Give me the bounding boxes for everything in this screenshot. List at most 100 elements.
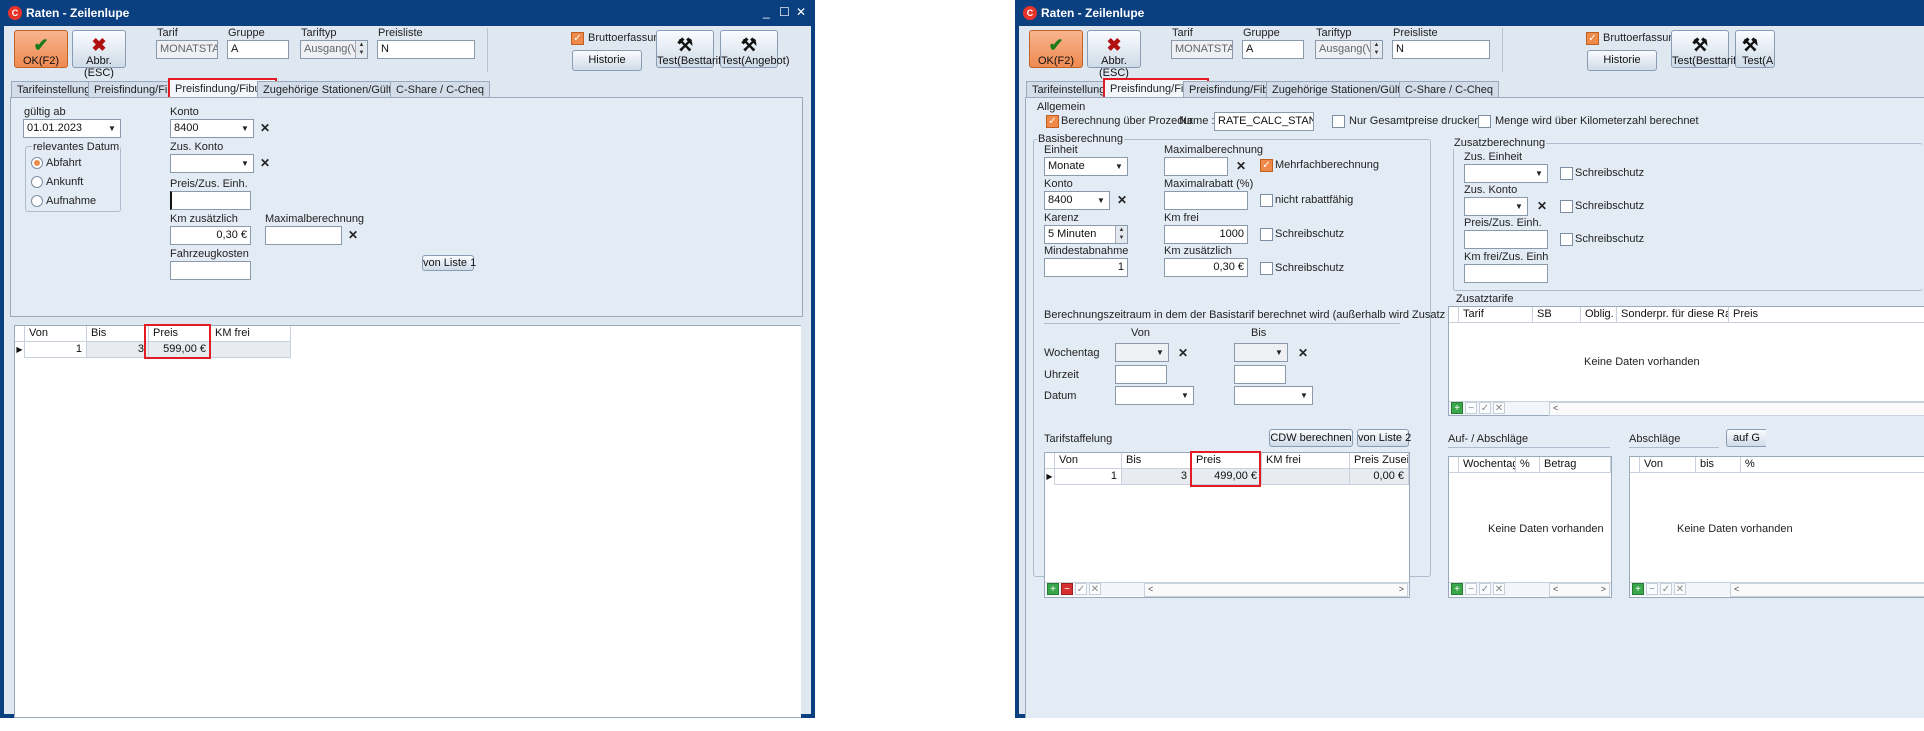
gueltig-ab-select[interactable]: 01.01.2023 ▼ <box>23 119 121 138</box>
km-frei-field[interactable]: 1000 <box>1164 225 1248 244</box>
wochentag-von-select[interactable]: ▼ <box>1115 343 1169 362</box>
grid-cell-km-frei[interactable] <box>1262 469 1350 485</box>
zus-einheit-select[interactable]: ▼ <box>1464 164 1548 183</box>
cdw-berechnen-button[interactable]: CDW berechnen <box>1269 429 1353 447</box>
maximize-icon[interactable]: ☐ <box>779 5 790 19</box>
mindestabnahme-field[interactable]: 1 <box>1044 258 1128 277</box>
tariftyp-select[interactable]: Ausgang(Ver ▲ ▼ <box>1315 40 1383 59</box>
preisliste-field[interactable]: N <box>1392 40 1490 59</box>
scroll-right-icon[interactable]: > <box>1399 584 1404 594</box>
auf-abschlaege-hscroll[interactable]: < > <box>1549 583 1610 597</box>
grid-cell-von[interactable]: 1 <box>25 342 87 358</box>
tab-c-share[interactable]: C-Share / C-Cheq <box>390 81 491 98</box>
close-icon[interactable]: ✕ <box>796 5 806 19</box>
grid-cell-km-frei[interactable] <box>211 342 291 358</box>
scroll-left-icon[interactable]: < <box>1553 403 1558 413</box>
add-row-icon[interactable]: + <box>1047 583 1059 595</box>
ok-button[interactable]: ✔ OK(F2) <box>14 30 68 68</box>
konto-select[interactable]: 8400 ▼ <box>1044 191 1110 210</box>
add-row-icon[interactable]: + <box>1451 402 1463 414</box>
maximalberechnung-field[interactable] <box>1164 157 1228 176</box>
uhrzeit-von-field[interactable] <box>1115 365 1167 384</box>
grid-cell-preis-zuseinh[interactable]: 0,00 € <box>1350 469 1409 485</box>
bruttoerfassung-checkbox[interactable]: ✓ <box>1586 32 1599 45</box>
mehrfachberechnung-checkbox[interactable]: ✓ <box>1260 159 1273 172</box>
chevron-down-icon[interactable]: ▼ <box>1111 158 1127 175</box>
scroll-right-icon[interactable]: > <box>1601 584 1606 594</box>
test-besttarif-button[interactable]: ⚒ Test(Besttarif) <box>656 30 725 68</box>
datum-bis-select[interactable]: ▼ <box>1234 386 1313 405</box>
chevron-down-icon[interactable]: ▼ <box>1152 344 1168 361</box>
scroll-left-icon[interactable]: < <box>1148 584 1153 594</box>
clear-wochentag-von-icon[interactable]: ✕ <box>1176 346 1190 360</box>
test-angebot-button[interactable]: ⚒ Test(Angebot) <box>720 30 789 68</box>
km-zusaetzlich-field[interactable]: 0,30 € <box>1164 258 1248 277</box>
left-titlebar[interactable]: C Raten - Zeilenlupe _ ☐ ✕ <box>0 0 815 26</box>
radio-abfahrt[interactable] <box>31 157 43 169</box>
chevron-down-icon[interactable]: ▼ <box>1177 387 1193 404</box>
zus-konto-select[interactable]: ▼ <box>170 154 254 173</box>
grid-cell-bis[interactable]: 3 <box>1122 469 1192 485</box>
chevron-down-icon[interactable]: ▼ <box>237 155 253 172</box>
tab-c-share[interactable]: C-Share / C-Cheq <box>1399 81 1500 98</box>
radio-aufnahme[interactable] <box>31 195 43 207</box>
maximalrabatt-field[interactable] <box>1164 191 1248 210</box>
auf-g-button[interactable]: auf G <box>1726 429 1766 447</box>
scroll-left-icon[interactable]: < <box>1553 584 1558 594</box>
bruttoerfassung-checkbox[interactable]: ✓ <box>571 32 584 45</box>
uhrzeit-bis-field[interactable] <box>1234 365 1286 384</box>
ok-button[interactable]: ✔ OK(F2) <box>1029 30 1083 68</box>
add-row-icon[interactable]: + <box>1632 583 1644 595</box>
minimize-icon[interactable]: _ <box>763 5 770 19</box>
historie-button[interactable]: Historie <box>1587 50 1657 71</box>
tarif-field[interactable]: MONATSTAR <box>1171 40 1233 59</box>
chevron-down-icon[interactable]: ▼ <box>1093 192 1109 209</box>
confirm-row-icon[interactable]: ✓ <box>1479 583 1491 595</box>
cancel-button[interactable]: ✖ Abbr.(ESC) <box>72 30 126 79</box>
right-titlebar[interactable]: C Raten - Zeilenlupe <box>1015 0 1924 26</box>
schreibschutz-checkbox[interactable] <box>1560 167 1573 180</box>
schreibschutz-checkbox[interactable] <box>1560 200 1573 213</box>
scroll-left-icon[interactable]: < <box>1734 584 1739 594</box>
chevron-down-icon[interactable]: ▼ <box>104 120 120 137</box>
abschlaege-hscroll[interactable]: < <box>1730 583 1924 597</box>
cancel-row-icon[interactable]: ✕ <box>1493 402 1505 414</box>
konto-select[interactable]: 8400 ▼ <box>170 119 254 138</box>
chevron-down-icon[interactable]: ▼ <box>237 120 253 137</box>
clear-maximalberechnung-icon[interactable]: ✕ <box>1234 159 1248 173</box>
clear-konto-icon[interactable]: ✕ <box>1115 193 1129 207</box>
menge-km-checkbox[interactable] <box>1478 115 1491 128</box>
spin-icon[interactable]: ▲ ▼ <box>1370 41 1382 58</box>
berechnung-prozedur-checkbox[interactable]: ✓ <box>1046 115 1059 128</box>
von-liste-2-button[interactable]: von Liste 2 <box>1357 429 1411 447</box>
km-zusaetzlich-field[interactable]: 0,30 € <box>170 226 251 245</box>
wochentag-bis-select[interactable]: ▼ <box>1234 343 1288 362</box>
clear-konto-icon[interactable]: ✕ <box>258 121 272 135</box>
grid-cell-bis[interactable]: 3 <box>87 342 149 358</box>
zus-konto-select[interactable]: ▼ <box>1464 197 1528 216</box>
karenz-select[interactable]: 5 Minuten ▲ ▼ <box>1044 225 1128 244</box>
delete-row-icon[interactable]: − <box>1465 402 1477 414</box>
schreibschutz-checkbox[interactable] <box>1560 233 1573 246</box>
tariftyp-select[interactable]: Ausgang(Ver ▲ ▼ <box>300 40 368 59</box>
confirm-row-icon[interactable]: ✓ <box>1075 583 1087 595</box>
test-angebot-button[interactable]: ⚒ Test(A <box>1735 30 1775 68</box>
gruppe-field[interactable]: A <box>1242 40 1304 59</box>
chevron-down-icon[interactable]: ▼ <box>1296 387 1312 404</box>
datum-von-select[interactable]: ▼ <box>1115 386 1194 405</box>
fahrzeugkosten-field[interactable] <box>170 261 251 280</box>
schreibschutz-checkbox[interactable] <box>1260 262 1273 275</box>
zusatztarife-hscroll[interactable]: < <box>1549 402 1924 416</box>
tarif-field[interactable]: MONATSTAR <box>156 40 218 59</box>
gruppe-field[interactable]: A <box>227 40 289 59</box>
name-field[interactable]: RATE_CALC_STANDAR <box>1214 112 1314 131</box>
nur-gesamtpreise-checkbox[interactable] <box>1332 115 1345 128</box>
schreibschutz-checkbox[interactable] <box>1260 228 1273 241</box>
preis-zus-einh-field[interactable] <box>1464 230 1548 249</box>
nicht-rabattfaehig-checkbox[interactable] <box>1260 194 1273 207</box>
confirm-row-icon[interactable]: ✓ <box>1479 402 1491 414</box>
preisliste-field[interactable]: N <box>377 40 475 59</box>
confirm-row-icon[interactable]: ✓ <box>1660 583 1672 595</box>
radio-ankunft[interactable] <box>31 176 43 188</box>
chevron-down-icon[interactable]: ▼ <box>1531 165 1547 182</box>
